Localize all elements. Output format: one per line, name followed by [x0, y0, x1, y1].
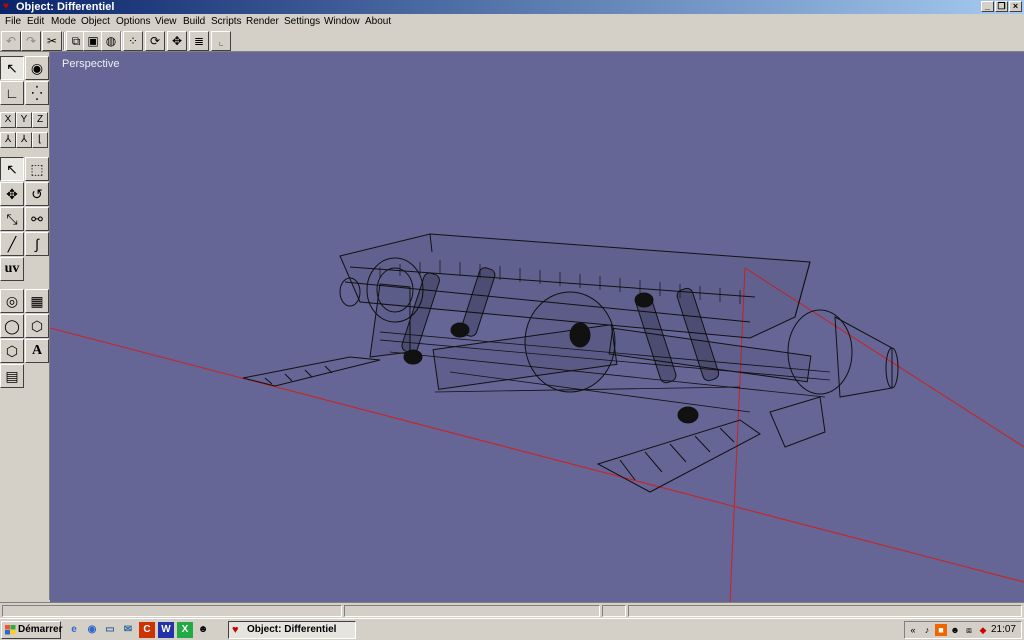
menu-mode[interactable]: Mode: [51, 16, 76, 28]
link-icon[interactable]: ⚯: [25, 207, 49, 231]
start-label: Démarrer: [18, 624, 63, 635]
menu-build[interactable]: Build: [183, 16, 205, 28]
uv-button[interactable]: uv: [0, 257, 24, 281]
word-icon[interactable]: W: [158, 622, 174, 638]
panda-icon[interactable]: ☻: [195, 622, 211, 638]
move-icon[interactable]: ✥: [0, 182, 24, 206]
window-title: Object: Differentiel: [16, 1, 115, 13]
rotate-icon[interactable]: ⟳: [145, 31, 165, 51]
excel-icon[interactable]: X: [177, 622, 193, 638]
group-icon[interactable]: ⁘: [123, 31, 143, 51]
ie-icon[interactable]: e: [66, 622, 82, 638]
menu-file[interactable]: File: [5, 16, 21, 28]
axis-x-button[interactable]: X: [0, 112, 16, 128]
restore-button[interactable]: ❐: [995, 1, 1008, 12]
app-task-icon: ♥: [232, 624, 239, 636]
menu-edit[interactable]: Edit: [27, 16, 44, 28]
geodesic-icon[interactable]: ⬡: [25, 314, 49, 338]
tray-panda-icon[interactable]: ☻: [949, 624, 961, 636]
rotate-tool-icon[interactable]: ↺: [25, 182, 49, 206]
polygon-icon[interactable]: ⬡: [0, 339, 24, 363]
text-tool-button[interactable]: A: [25, 339, 49, 363]
tray-antivirus-icon[interactable]: ◆: [977, 624, 989, 636]
status-field: [628, 605, 1022, 617]
status-field: [344, 605, 600, 617]
paste-icon[interactable]: ▣: [83, 31, 103, 51]
menu-settings[interactable]: Settings: [284, 16, 320, 28]
coord-object-icon[interactable]: ⅄: [16, 132, 32, 148]
app-icon: ♥: [3, 1, 9, 12]
menu-bar: File Edit Mode Object Options View Build…: [0, 14, 1024, 30]
coord-local-icon[interactable]: ⅄: [0, 132, 16, 148]
3d-viewport[interactable]: Perspective: [50, 52, 1024, 602]
task-label: Object: Differentiel: [247, 624, 337, 635]
curve-icon[interactable]: ∫: [25, 232, 49, 256]
menu-about[interactable]: About: [365, 16, 391, 28]
status-strip: [0, 602, 1024, 618]
sphere-primitive-icon[interactable]: ◎: [0, 289, 24, 313]
app-c-icon[interactable]: C: [139, 622, 155, 638]
axes-icon[interactable]: ∟: [0, 81, 24, 105]
coord-world-icon[interactable]: ⌊: [32, 132, 48, 148]
status-field: [602, 605, 626, 617]
torus-icon[interactable]: ◯: [0, 314, 24, 338]
system-tray: « ♪ ■ ☻ ⧈ ◆ 21:07: [904, 621, 1022, 639]
clock: 21:07: [990, 624, 1016, 635]
marquee-select-icon[interactable]: ⬚: [25, 157, 49, 181]
pointer-icon[interactable]: ↖: [0, 157, 24, 181]
menu-window[interactable]: Window: [324, 16, 360, 28]
undo-icon[interactable]: ↶: [1, 31, 21, 51]
table-icon[interactable]: ▤: [0, 364, 24, 388]
wireframe-scene: [50, 233, 1024, 602]
desktop-icon[interactable]: ▭: [102, 622, 118, 638]
eye-icon[interactable]: ◉: [25, 56, 49, 80]
tray-network-icon[interactable]: ⧈: [963, 624, 975, 636]
menu-view[interactable]: View: [155, 16, 177, 28]
status-field: [2, 605, 342, 617]
tray-app-icon[interactable]: ■: [935, 624, 947, 636]
snap-icon[interactable]: ✥: [167, 31, 187, 51]
cut-icon[interactable]: ✂: [42, 31, 62, 51]
browser-icon[interactable]: ◉: [84, 622, 100, 638]
menu-options[interactable]: Options: [116, 16, 150, 28]
menu-scripts[interactable]: Scripts: [211, 16, 242, 28]
windows-flag-icon: [5, 625, 16, 635]
title-bar: ♥ Object: Differentiel _ ❐ ×: [0, 0, 1024, 14]
close-button[interactable]: ×: [1009, 1, 1022, 12]
list-icon[interactable]: ≣: [189, 31, 209, 51]
axis-y-button[interactable]: Y: [16, 112, 32, 128]
menu-object[interactable]: Object: [81, 16, 110, 28]
taskbar-item-object[interactable]: ♥ Object: Differentiel: [228, 621, 356, 639]
toolbar-separator: [63, 32, 65, 50]
line-icon[interactable]: ╱: [0, 232, 24, 256]
left-arm: [242, 356, 381, 387]
menu-render[interactable]: Render: [246, 16, 279, 28]
grid-primitive-icon[interactable]: ▦: [25, 289, 49, 313]
tray-speaker-icon[interactable]: ♪: [921, 624, 933, 636]
start-button[interactable]: Démarrer: [1, 621, 63, 639]
minimize-button[interactable]: _: [981, 1, 994, 12]
taskbar: Démarrer e ◉ ▭ ✉ C W X ☻ ♥ Object: Diffe…: [0, 618, 1024, 640]
graph-icon[interactable]: ⌞: [211, 31, 231, 51]
points-icon[interactable]: ⁛: [25, 81, 49, 105]
tool-palette: ↖ ◉ ∟ ⁛ X Y Z ⅄ ⅄ ⌊ ↖ ⬚ ✥ ↺ ⤡ ⚯ ╱ ∫ uv ◎…: [0, 52, 50, 600]
axis-z-button[interactable]: Z: [32, 112, 48, 128]
select-arrow-icon[interactable]: ↖: [0, 56, 24, 80]
sphere-icon[interactable]: ◍: [101, 31, 121, 51]
toolbar-separator: [120, 32, 122, 50]
redo-icon[interactable]: ↷: [21, 31, 41, 51]
tray-chevron[interactable]: «: [907, 624, 919, 636]
toolbar: ↶ ↷ ✂ ⧉ ▣ ◍ ⁘ ⟳ ✥ ≣ ⌞: [0, 30, 1024, 52]
scale-icon[interactable]: ⤡: [0, 207, 24, 231]
mail-icon[interactable]: ✉: [120, 622, 136, 638]
viewport-label: Perspective: [62, 58, 120, 70]
